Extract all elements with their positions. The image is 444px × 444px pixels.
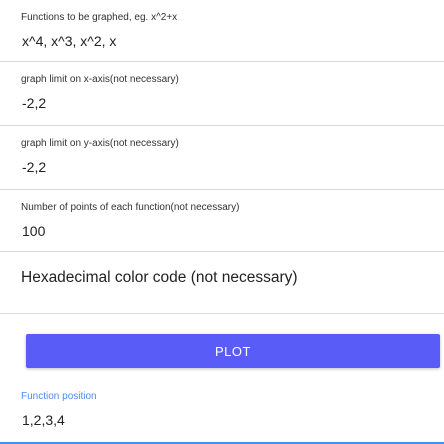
- plot-button[interactable]: PLOT: [26, 334, 440, 368]
- position-input[interactable]: [22, 412, 402, 428]
- x-limit-label: graph limit on x-axis(not necessary): [21, 74, 179, 85]
- points-input[interactable]: [22, 223, 402, 239]
- functions-input[interactable]: [22, 33, 402, 49]
- x-limit-input[interactable]: [22, 95, 402, 111]
- color-input[interactable]: [21, 269, 401, 287]
- functions-field: Functions to be graphed, eg. x^2+x: [0, 0, 444, 62]
- y-limit-field: graph limit on y-axis(not necessary): [0, 126, 444, 190]
- functions-label: Functions to be graphed, eg. x^2+x: [21, 12, 178, 23]
- x-limit-field: graph limit on x-axis(not necessary): [0, 62, 444, 126]
- color-field: [0, 252, 444, 314]
- y-limit-input[interactable]: [22, 159, 402, 175]
- position-field: Function position: [0, 380, 444, 444]
- points-label: Number of points of each function(not ne…: [21, 202, 240, 213]
- plot-form: Functions to be graphed, eg. x^2+x graph…: [0, 0, 444, 444]
- position-label: Function position: [21, 391, 97, 402]
- points-field: Number of points of each function(not ne…: [0, 190, 444, 252]
- y-limit-label: graph limit on y-axis(not necessary): [21, 138, 179, 149]
